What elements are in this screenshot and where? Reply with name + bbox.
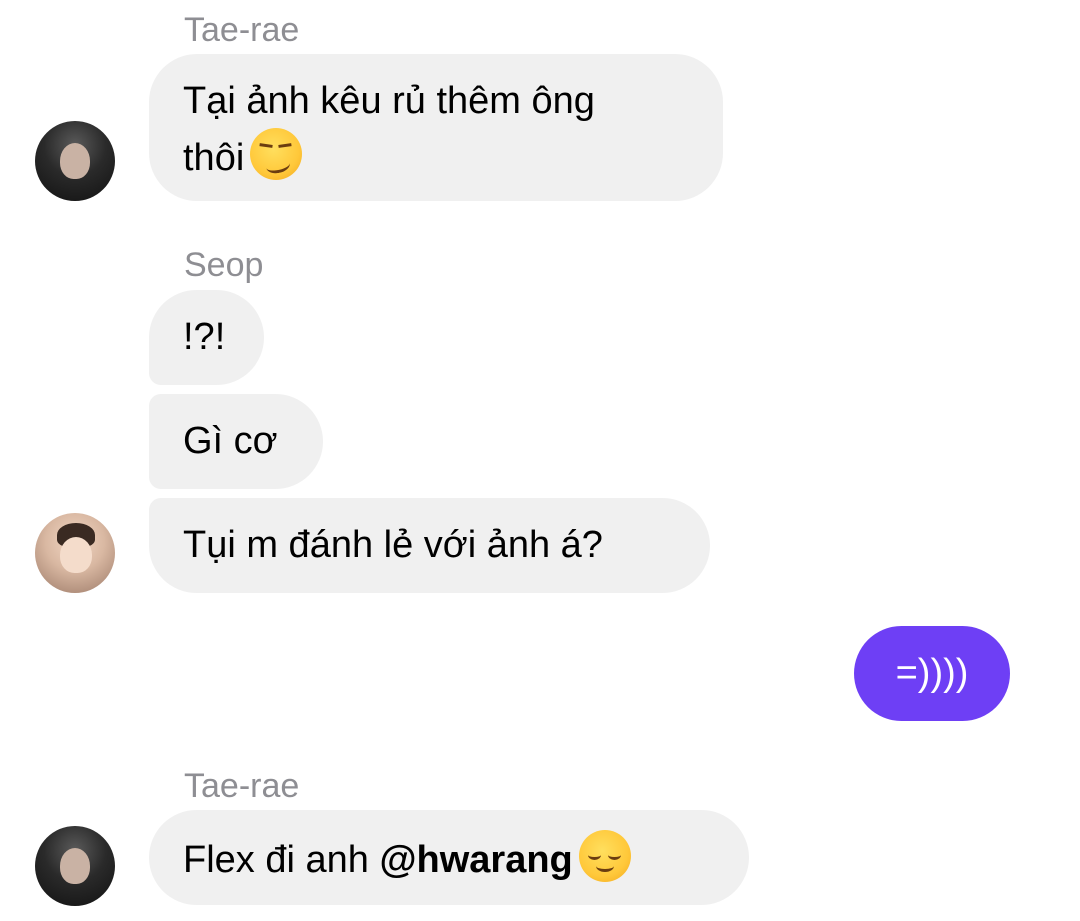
message-text-line: thôi (183, 128, 689, 185)
message-bubble[interactable]: Gì cơ (149, 394, 323, 489)
sender-name-tae-rae: Tae-rae (184, 11, 300, 49)
message-text: Tụi m đánh lẻ với ảnh á? (183, 524, 603, 566)
avatar-tae-rae[interactable] (35, 826, 115, 906)
outgoing-message-bubble[interactable]: =)))) (854, 626, 1010, 721)
avatar-face (60, 537, 92, 573)
relieved-face-emoji-icon (578, 830, 631, 882)
sender-name-tae-rae: Tae-rae (184, 767, 300, 805)
message-bubble[interactable]: Flex đi anh @hwarang (149, 810, 749, 905)
avatar-face (60, 143, 90, 179)
message-text-line: Tại ảnh kêu rủ thêm ông (183, 80, 595, 122)
avatar-seop[interactable] (35, 513, 115, 593)
smirking-face-emoji-icon (250, 128, 303, 180)
message-bubble[interactable]: !?! (149, 290, 264, 385)
user-mention[interactable]: @hwarang (379, 839, 572, 881)
message-bubble[interactable]: Tại ảnh kêu rủ thêm ông thôi (149, 54, 723, 201)
message-text: Gì cơ (183, 420, 278, 462)
avatar-tae-rae[interactable] (35, 121, 115, 201)
message-text: Flex đi anh (183, 839, 380, 881)
message-text: =)))) (895, 652, 969, 694)
message-bubble[interactable]: Tụi m đánh lẻ với ảnh á? (149, 498, 710, 593)
avatar-face (60, 848, 90, 884)
sender-name-seop: Seop (184, 246, 264, 284)
message-text: !?! (183, 316, 226, 358)
